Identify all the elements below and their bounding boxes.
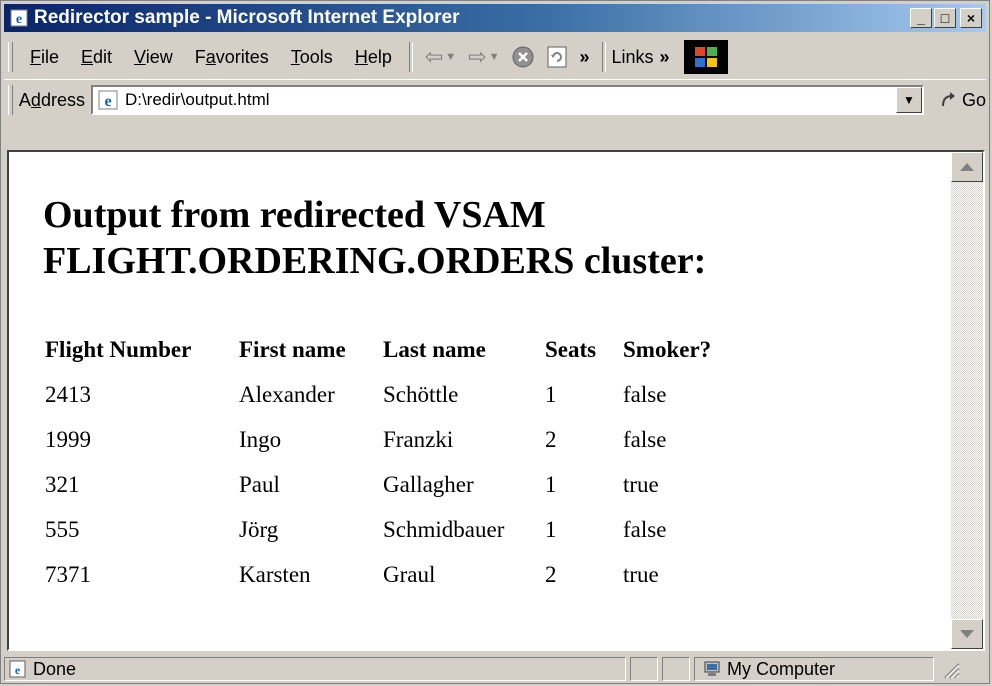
heading-line-1: Output from redirected VSAM	[43, 194, 546, 236]
table-cell: Paul	[239, 471, 280, 497]
browser-window: e Redirector sample - Microsoft Internet…	[0, 0, 990, 684]
svg-text:e: e	[16, 12, 22, 27]
go-button[interactable]: Go	[938, 89, 986, 111]
links-chevron-icon[interactable]: »	[660, 47, 670, 68]
table-header-row: Flight Number First name Last name Seats…	[45, 328, 715, 372]
orders-table: Flight Number First name Last name Seats…	[45, 328, 715, 597]
title-bar[interactable]: e Redirector sample - Microsoft Internet…	[4, 4, 986, 32]
minimize-button[interactable]: _	[910, 8, 932, 28]
status-text-panel: e Done	[4, 657, 626, 681]
table-cell: Karsten	[239, 561, 311, 587]
address-grip[interactable]	[8, 85, 13, 115]
table-cell: false	[623, 426, 667, 452]
security-zone-panel: My Computer	[694, 657, 934, 681]
column-header: First name	[239, 337, 346, 362]
table-cell: Schöttle	[383, 381, 459, 407]
scroll-down-button[interactable]	[951, 619, 983, 649]
page-done-icon: e	[9, 660, 26, 678]
refresh-icon[interactable]	[545, 45, 569, 69]
address-bar: Address e D:\redir\output.html ▼ Go	[4, 79, 986, 120]
table-cell: true	[623, 561, 659, 587]
table-cell: 321	[45, 471, 80, 497]
windows-logo-icon	[683, 40, 728, 74]
address-field[interactable]: e D:\redir\output.html ▼	[90, 85, 924, 115]
scroll-down-icon	[960, 630, 974, 638]
table-row: 1999 Ingo Franzki 2 false	[45, 417, 715, 462]
table-cell: true	[623, 471, 659, 497]
table-cell: Schmidbauer	[383, 516, 505, 542]
menu-edit[interactable]: Edit	[70, 43, 123, 71]
document: Output from redirected VSAM FLIGHT.ORDER…	[9, 152, 953, 649]
svg-text:e: e	[104, 93, 111, 110]
table-cell: Franzki	[383, 426, 454, 452]
page-icon: e	[98, 90, 118, 110]
go-label: Go	[961, 89, 986, 110]
table-cell: 2	[545, 426, 557, 452]
menu-help[interactable]: Help	[344, 43, 403, 71]
toolbar-grip[interactable]	[8, 42, 13, 72]
close-button[interactable]: ×	[960, 8, 982, 28]
table-cell: false	[623, 516, 667, 542]
window-title: Redirector sample - Microsoft Internet E…	[34, 7, 460, 28]
go-arrow-icon	[941, 92, 955, 107]
table-cell: Graul	[383, 561, 436, 587]
page-content: Output from redirected VSAM FLIGHT.ORDER…	[7, 150, 985, 651]
table-cell: Ingo	[239, 426, 282, 452]
table-cell: false	[623, 381, 667, 407]
status-panel	[662, 657, 690, 681]
menu-file[interactable]: File	[19, 43, 70, 71]
scroll-up-button[interactable]	[951, 152, 983, 182]
table-cell: 1999	[45, 426, 91, 452]
heading-line-2: FLIGHT.ORDERING.ORDERS cluster:	[43, 240, 707, 282]
status-text: Done	[33, 658, 77, 679]
back-dropdown-icon[interactable]: ▼	[445, 51, 462, 63]
vertical-scrollbar[interactable]	[951, 152, 983, 649]
table-cell: 1	[545, 471, 557, 497]
table-row: 2413 Alexander Schöttle 1 false	[45, 372, 715, 417]
table-row: 555 Jörg Schmidbauer 1 false	[45, 507, 715, 552]
menu-view[interactable]: View	[123, 43, 184, 71]
internet-explorer-icon: e	[10, 9, 28, 27]
toolbar-separator	[408, 42, 413, 72]
table-cell: 2413	[45, 381, 91, 407]
table-cell: 1	[545, 381, 557, 407]
toolbar-chevron-icon[interactable]: »	[580, 47, 590, 68]
column-header: Seats	[545, 337, 597, 362]
address-label: Address	[18, 89, 85, 110]
table-cell: Jörg	[239, 516, 279, 542]
column-header: Flight Number	[45, 337, 192, 362]
computer-icon	[704, 661, 720, 676]
status-bar: e Done My Computer	[4, 655, 986, 683]
page-heading: Output from redirected VSAM FLIGHT.ORDER…	[43, 192, 923, 284]
security-zone-label: My Computer	[727, 658, 836, 679]
forward-dropdown-icon[interactable]: ▼	[489, 51, 506, 63]
scroll-up-icon	[960, 163, 974, 171]
table-cell: 7371	[45, 561, 91, 587]
menu-tools[interactable]: Tools	[280, 43, 344, 71]
table-cell: 555	[45, 516, 80, 542]
resize-grip-icon[interactable]	[940, 659, 960, 679]
table-row: 321 Paul Gallagher 1 true	[45, 462, 715, 507]
menu-bar: File Edit View Favorites Tools Help ⇦ ▼ …	[4, 37, 986, 77]
address-input[interactable]: D:\redir\output.html	[125, 90, 270, 110]
menu-favorites[interactable]: Favorites	[184, 43, 280, 71]
table-cell: 2	[545, 561, 557, 587]
toolbar-separator	[601, 42, 606, 72]
table-cell: Alexander	[239, 381, 335, 407]
links-button[interactable]: Links	[612, 47, 654, 68]
maximize-button[interactable]: □	[934, 8, 956, 28]
table-row: 7371 Karsten Graul 2 true	[45, 552, 715, 597]
stop-icon[interactable]	[511, 45, 535, 69]
address-dropdown-button[interactable]: ▼	[895, 87, 922, 113]
column-header: Smoker?	[623, 337, 712, 362]
status-panel	[630, 657, 658, 681]
table-cell: Gallagher	[383, 471, 474, 497]
svg-text:e: e	[15, 663, 21, 677]
column-header: Last name	[383, 337, 486, 362]
table-cell: 1	[545, 516, 557, 542]
